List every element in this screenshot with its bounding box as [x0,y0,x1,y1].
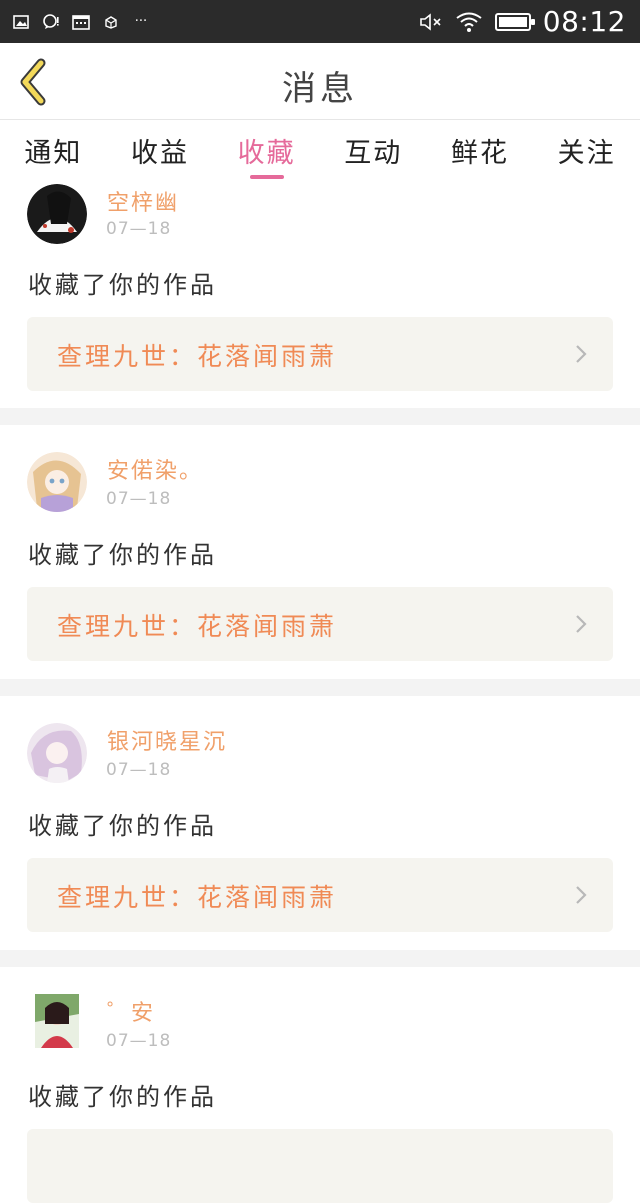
chevron-right-icon [576,886,587,904]
tab-earnings[interactable]: 收益 [107,121,214,181]
avatar[interactable] [27,452,87,512]
work-link[interactable]: 查理九世：花落闻雨萧 [27,587,613,661]
username[interactable]: 银河晓星沉 [107,724,227,756]
tab-bar: 通知 收益 收藏 互动 鲜花 关注 [0,121,640,181]
chat-alert-icon [42,13,60,30]
active-tab-indicator [249,175,284,179]
divider [0,408,640,425]
chevron-right-icon [576,615,587,633]
calendar-icon [72,14,90,30]
work-title: 查理九世：花落闻雨萧 [57,612,338,641]
divider [0,679,640,696]
avatar[interactable] [27,723,87,783]
work-link[interactable]: 查理九世：花落闻雨萧 [27,858,613,932]
username[interactable]: ゜安 [107,995,155,1027]
wifi-icon [455,12,483,32]
notification-card: ゜安 07—18 收藏了你的作品 [0,967,640,1203]
timestamp: 07—18 [106,219,172,239]
notification-list: 空梓幽 07—18 收藏了你的作品 查理九世：花落闻雨萧 安偌染。 07—18 … [0,181,640,1203]
tab-interactions[interactable]: 互动 [320,121,427,181]
mute-icon [419,12,443,31]
notification-card: 安偌染。 07—18 收藏了你的作品 查理九世：花落闻雨萧 [0,425,640,679]
avatar[interactable] [27,184,87,244]
battery-icon [494,12,535,31]
tab-favorites[interactable]: 收藏 [213,121,320,181]
status-bar: ··· 08:12 [0,0,640,43]
avatar[interactable] [35,994,79,1048]
chevron-right-icon [576,345,587,363]
username[interactable]: 安偌染。 [107,453,203,485]
work-title: 查理九世：花落闻雨萧 [57,342,338,371]
page-title: 消息 [282,69,358,109]
tab-notifications[interactable]: 通知 [0,121,107,181]
username[interactable]: 空梓幽 [107,185,179,217]
status-time: 08:12 [542,5,626,38]
timestamp: 07—18 [106,489,172,509]
tab-flowers[interactable]: 鲜花 [427,121,534,181]
notification-card: 空梓幽 07—18 收藏了你的作品 查理九世：花落闻雨萧 [0,181,640,408]
header-bar: 消息 [0,43,640,120]
package-icon [102,14,120,30]
action-text: 收藏了你的作品 [28,1083,217,1111]
action-text: 收藏了你的作品 [28,812,217,840]
work-link[interactable] [27,1129,613,1203]
tab-follows[interactable]: 关注 [533,121,640,181]
action-text: 收藏了你的作品 [28,541,217,569]
divider [0,950,640,967]
more-dots-icon: ··· [134,14,148,29]
notification-card: 银河晓星沉 07—18 收藏了你的作品 查理九世：花落闻雨萧 [0,696,640,950]
timestamp: 07—18 [106,760,172,780]
image-icon [12,14,30,30]
work-link[interactable]: 查理九世：花落闻雨萧 [27,317,613,391]
timestamp: 07—18 [106,1031,172,1051]
action-text: 收藏了你的作品 [28,271,217,299]
work-title: 查理九世：花落闻雨萧 [57,883,338,912]
